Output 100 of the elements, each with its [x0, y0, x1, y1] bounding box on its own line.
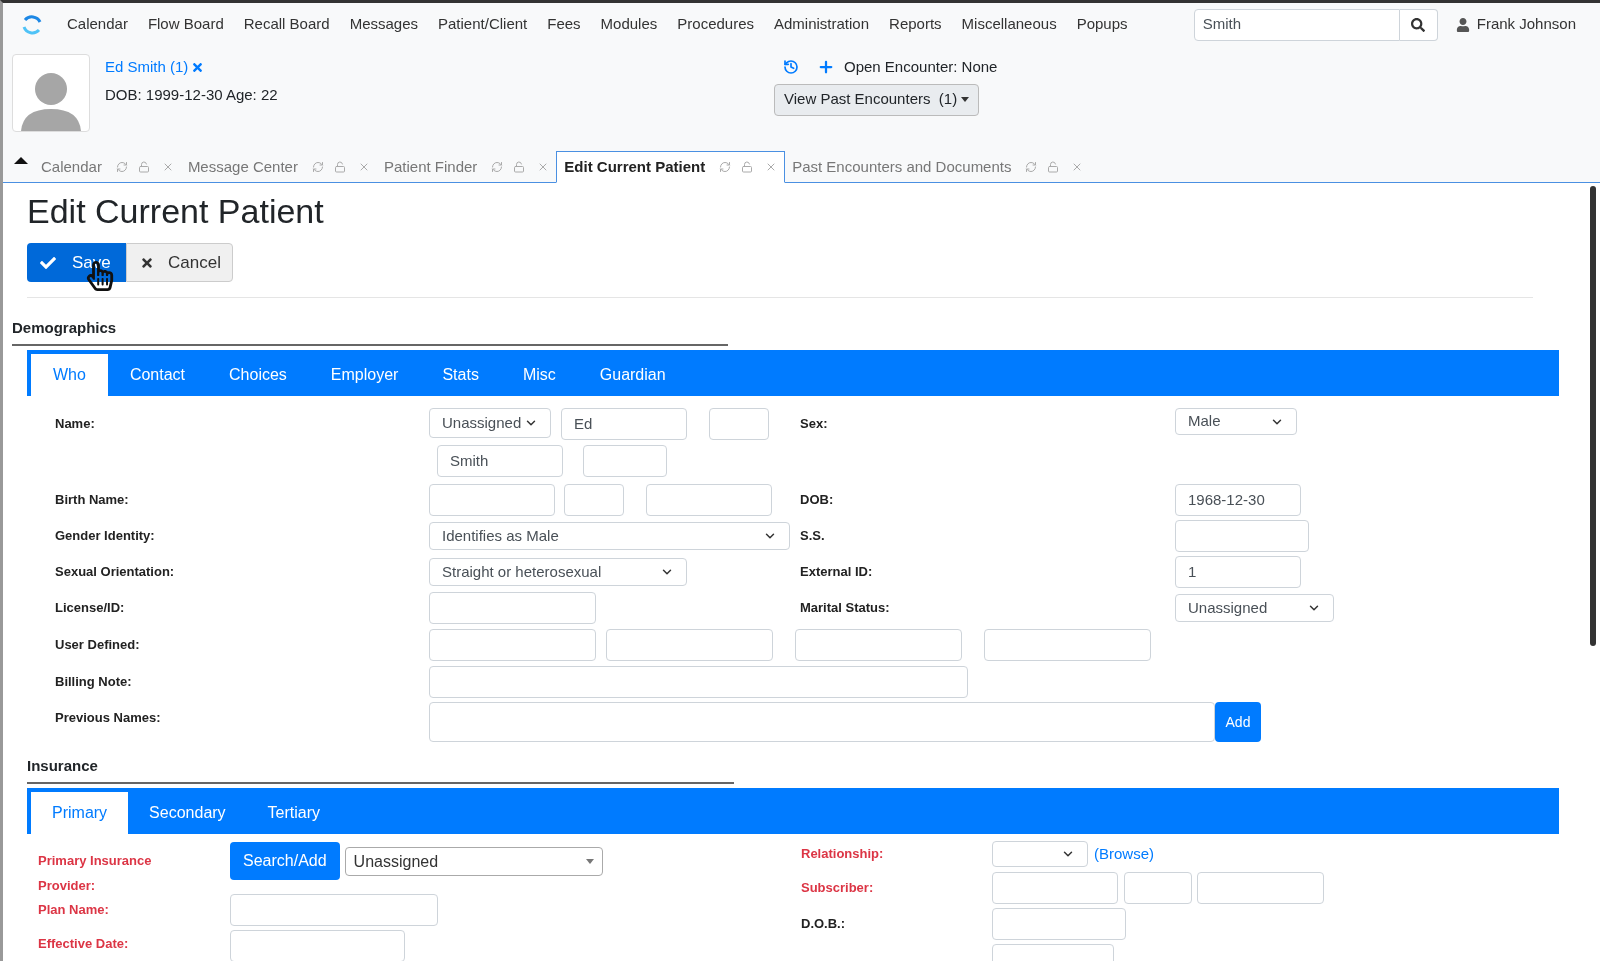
save-button[interactable]: Save — [27, 243, 126, 282]
nav-menu-item[interactable]: Fees — [547, 13, 581, 36]
nav-menu-item[interactable]: Procedures — [677, 13, 754, 36]
text-field[interactable] — [230, 930, 405, 961]
refresh-icon[interactable] — [1025, 161, 1038, 173]
text-field[interactable] — [984, 628, 1151, 661]
logo-icon[interactable] — [21, 13, 43, 36]
user-icon — [1455, 17, 1470, 32]
section-tab[interactable]: Choices — [207, 354, 309, 396]
section-tab[interactable]: Guardian — [577, 354, 688, 396]
text-field[interactable] — [429, 484, 555, 516]
page-tab[interactable]: Edit Current Patient — [556, 151, 786, 183]
collapse-caret-icon[interactable] — [14, 157, 28, 164]
text-field[interactable] — [583, 445, 667, 477]
history-icon[interactable] — [783, 59, 799, 76]
text-field[interactable] — [429, 702, 1215, 742]
text-field[interactable] — [646, 484, 772, 516]
search-field[interactable]: Smith — [1193, 8, 1400, 41]
field-label: External ID: — [800, 563, 874, 582]
text-field[interactable] — [429, 592, 596, 624]
text-field[interactable]: 1968-12-30 — [1175, 484, 1301, 516]
refresh-icon[interactable] — [719, 161, 732, 173]
search-button[interactable] — [1399, 8, 1438, 41]
page-title: Edit Current Patient — [27, 191, 325, 231]
lock-icon[interactable] — [1047, 161, 1060, 173]
text-field[interactable] — [564, 484, 624, 516]
text-field[interactable] — [1175, 520, 1309, 552]
nav-menu-item[interactable]: Flow Board — [147, 13, 224, 36]
text-field[interactable] — [606, 628, 773, 661]
nav-menu-item[interactable]: Administration — [774, 13, 870, 36]
page-tab[interactable]: Calendar — [34, 151, 181, 183]
text-field[interactable] — [709, 408, 769, 440]
text-field[interactable] — [429, 628, 596, 661]
select-field[interactable]: Unassigned — [429, 408, 551, 438]
field-label: Billing Note: — [55, 672, 133, 691]
user-name[interactable]: Frank Johnson — [1476, 13, 1576, 36]
scrollbar-thumb[interactable] — [1590, 186, 1596, 646]
select-field[interactable]: Unassigned — [344, 847, 603, 876]
past-encounters-button[interactable]: View Past Encounters (1) — [774, 83, 980, 116]
section-tab[interactable]: Misc — [500, 354, 578, 396]
select-field[interactable] — [992, 841, 1088, 867]
nav-menu-item[interactable]: Patient/Client — [438, 13, 528, 36]
search-add-button[interactable]: Search/Add — [230, 842, 340, 880]
nav-menu-item[interactable]: Modules — [600, 13, 658, 36]
select-field[interactable]: Straight or heterosexual — [429, 558, 687, 586]
section-heading: Insurance — [27, 757, 98, 774]
page-tab[interactable]: Past Encounters and Documents — [785, 151, 1091, 183]
cancel-button[interactable]: Cancel — [126, 243, 233, 282]
section-heading: Demographics — [12, 319, 117, 336]
lock-icon[interactable] — [741, 161, 754, 173]
select-field[interactable]: Unassigned — [1175, 594, 1334, 622]
section-tab[interactable]: Who — [31, 354, 108, 396]
text-field[interactable] — [230, 894, 438, 926]
refresh-icon[interactable] — [311, 161, 324, 173]
nav-menu-item[interactable]: Miscellaneous — [961, 13, 1057, 36]
select-field[interactable]: Identifies as Male — [429, 522, 790, 550]
search-icon — [1411, 17, 1426, 32]
field-label: Effective Date: — [38, 935, 130, 953]
text-field[interactable] — [992, 908, 1126, 940]
patient-name-link[interactable]: Ed Smith (1) — [105, 56, 189, 79]
text-field[interactable] — [795, 628, 962, 661]
field-label: Birth Name: — [55, 491, 130, 510]
field-label: Previous Names: — [55, 709, 162, 727]
text-field[interactable] — [429, 665, 968, 698]
refresh-icon[interactable] — [115, 161, 128, 173]
nav-menu-item[interactable]: Calendar — [67, 13, 128, 36]
refresh-icon[interactable] — [491, 161, 504, 173]
lock-icon[interactable] — [333, 161, 346, 173]
page-tab[interactable]: Message Center — [180, 151, 377, 183]
field-label: Marital Status: — [800, 599, 891, 618]
nav-menu-item[interactable]: Messages — [349, 13, 418, 36]
section-tab[interactable]: Stats — [420, 354, 501, 396]
page-tab[interactable]: Patient Finder — [376, 151, 557, 183]
field-label: D.O.B.: — [801, 915, 847, 934]
section-tab[interactable]: Secondary — [128, 792, 247, 834]
text-field[interactable] — [1124, 872, 1192, 904]
browse-link[interactable]: (Browse) — [1094, 842, 1154, 866]
section-tab[interactable]: Tertiary — [246, 792, 342, 834]
field-label: License/ID: — [55, 599, 126, 618]
nav-menu-item[interactable]: Reports — [889, 13, 942, 36]
lock-icon[interactable] — [137, 161, 150, 173]
add-button[interactable]: Add — [1215, 702, 1261, 742]
nav-menu-item[interactable]: Recall Board — [243, 13, 330, 36]
text-field[interactable]: 1 — [1175, 556, 1301, 588]
section-tab[interactable]: Contact — [107, 354, 208, 396]
select-field[interactable]: Male — [1175, 408, 1297, 435]
text-field[interactable]: Smith — [437, 445, 563, 477]
nav-menu-item[interactable]: Popups — [1076, 13, 1128, 36]
section-tab[interactable]: Primary — [31, 792, 129, 834]
field-label: Name: — [55, 415, 96, 433]
close-icon — [140, 255, 154, 270]
text-field[interactable] — [1197, 872, 1324, 904]
close-icon[interactable] — [191, 60, 205, 74]
field-label: Sexual Orientation: — [55, 563, 176, 582]
text-field[interactable] — [992, 872, 1118, 904]
section-tab[interactable]: Employer — [308, 354, 421, 396]
lock-icon[interactable] — [513, 161, 526, 173]
field-label: S.S. — [800, 527, 826, 546]
patient-dob-age: DOB: 1999-12-30 Age: 22 — [105, 84, 278, 105]
text-field[interactable]: Ed — [561, 408, 687, 440]
